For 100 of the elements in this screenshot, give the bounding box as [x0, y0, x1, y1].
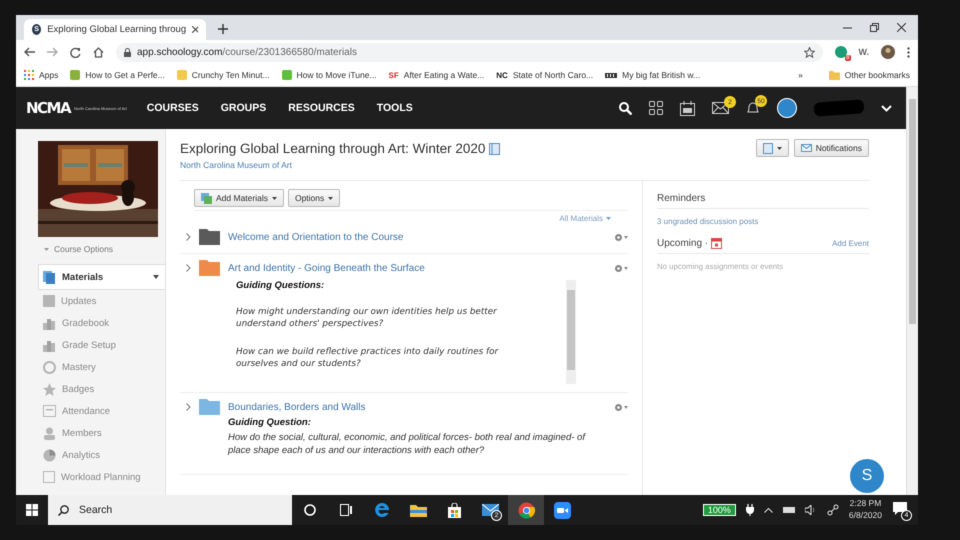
envelope-icon — [800, 144, 812, 152]
mastery-icon — [43, 360, 56, 374]
grid-icon[interactable] — [649, 101, 663, 115]
calendar-icon[interactable] — [680, 100, 695, 116]
sidebar-item[interactable]: Materials — [38, 264, 165, 290]
options-button[interactable]: Options — [288, 189, 340, 207]
folder-link[interactable]: Art and Identity - Going Beneath the Surface — [228, 262, 425, 274]
star-icon[interactable] — [804, 46, 814, 58]
caret-icon — [328, 196, 334, 200]
circle-icon[interactable] — [304, 504, 316, 516]
description-text: How can we build reflective practices into daily routines for ourselves and our students? — [236, 346, 500, 370]
updates-icon — [43, 295, 55, 307]
clock-date[interactable]: 6/8/2020 — [848, 510, 882, 522]
notifications-button[interactable]: Notifications — [794, 139, 869, 157]
description-text: How do the social, cultural, economic, and political forces- both real and imagined- of place shape each of us and our interactions with each other? — [228, 432, 587, 458]
redaction-mark — [814, 99, 864, 117]
caret-icon — [44, 248, 49, 250]
caret-icon[interactable] — [153, 275, 159, 279]
close-icon[interactable] — [192, 26, 198, 33]
search-icon[interactable] — [619, 102, 632, 114]
mail-icon[interactable] — [712, 102, 729, 114]
section-heading: Reminders — [657, 193, 706, 204]
address-field[interactable]: app.schoology.com/course/2301366580/materials — [116, 42, 822, 62]
apps-grid-icon — [24, 70, 34, 80]
chevron-up-icon[interactable] — [764, 508, 773, 512]
plug-icon[interactable] — [746, 504, 754, 516]
workload-icon — [43, 471, 55, 483]
menu-icon[interactable] — [907, 46, 910, 58]
organization-link[interactable]: North Carolina Museum of Art — [180, 160, 500, 170]
home-icon[interactable] — [93, 46, 104, 58]
folder-link[interactable]: Welcome and Orientation to the Course — [228, 232, 404, 242]
scrollbar[interactable] — [566, 280, 576, 384]
folder-icon — [828, 70, 840, 80]
description-text: How might understanding our own identities help us better understand others' perspectives? — [236, 307, 498, 331]
bookmark[interactable]: How to Move iTune... — [282, 70, 377, 80]
view-toggle-button[interactable] — [756, 139, 789, 157]
windows-start-icon[interactable] — [26, 504, 38, 516]
course-options-link[interactable]: Course Options — [54, 244, 114, 254]
gear-icon[interactable] — [614, 264, 628, 272]
extension-icon[interactable]: W. — [858, 47, 869, 57]
course-title: Exploring Global Learning through Art: Winter 2020 — [180, 141, 486, 156]
gear-icon[interactable] — [614, 402, 628, 412]
pie-icon — [43, 448, 56, 462]
profile-avatar[interactable] — [881, 45, 895, 59]
lock-icon — [124, 48, 131, 56]
add-event-link[interactable]: Add Event — [832, 239, 869, 248]
scrollbar[interactable] — [906, 87, 918, 495]
clock-time[interactable]: 2:28 PM — [848, 498, 882, 510]
chevron-down-icon[interactable] — [881, 104, 892, 112]
nav-link[interactable]: COURSES — [146, 102, 199, 114]
video-camera-icon[interactable] — [554, 502, 570, 518]
restore-icon[interactable] — [870, 23, 879, 32]
bookmark[interactable]: My big fat British w... — [605, 70, 700, 80]
notebook-icon — [762, 142, 773, 154]
bookmark-folder[interactable]: Other bookmarks — [828, 70, 910, 80]
new-tab-icon[interactable] — [218, 24, 228, 34]
materials-icon — [201, 192, 212, 204]
chevron-right-icon[interactable] — [186, 403, 191, 411]
caret-icon — [776, 146, 782, 150]
bookmark[interactable]: Apps — [24, 70, 58, 80]
bookmark[interactable]: How to Get a Perfe... — [70, 70, 165, 80]
user-avatar[interactable] — [777, 98, 797, 118]
caret-icon — [272, 196, 277, 200]
add-materials-button[interactable]: Add Materials — [194, 189, 284, 207]
nav-link[interactable]: GROUPS — [220, 102, 266, 114]
chrome-icon[interactable] — [518, 502, 534, 518]
logo[interactable]: NCMA — [26, 99, 70, 117]
battery-indicator[interactable]: 100% — [702, 504, 736, 516]
search-icon — [58, 504, 69, 516]
folder-icon[interactable] — [410, 503, 426, 517]
task-view-icon[interactable] — [340, 504, 352, 516]
back-icon[interactable] — [24, 47, 35, 57]
shopping-bag-icon[interactable] — [446, 502, 462, 518]
description-heading: Guiding Question: — [228, 417, 312, 428]
nav-link[interactable]: TOOLS — [376, 102, 413, 114]
bar-graph-icon — [43, 338, 56, 352]
keyboard-icon[interactable] — [782, 507, 795, 513]
bookmark[interactable]: NC State of North Caro... — [496, 70, 594, 80]
reload-icon[interactable] — [70, 46, 81, 58]
favicon-icon — [605, 72, 618, 78]
mail-icon[interactable] — [482, 504, 498, 516]
notebook-icon[interactable] — [489, 142, 500, 154]
section-heading: Upcoming · — [657, 238, 708, 249]
bar-graph-icon — [43, 316, 56, 330]
search-field[interactable]: Search — [48, 495, 292, 525]
materials-icon — [43, 270, 56, 284]
folder-link[interactable]: Boundaries, Borders and Walls — [228, 402, 366, 412]
chevron-right-icon[interactable] — [186, 233, 191, 241]
bookmark[interactable]: SF After Eating a Wate... — [388, 70, 484, 80]
browser-e-icon[interactable] — [374, 502, 390, 518]
speaker-icon[interactable] — [804, 505, 817, 515]
nav-link[interactable]: RESOURCES — [288, 102, 355, 114]
attendance-icon — [43, 405, 56, 417]
bookmark[interactable]: Crunchy Ten Minut... — [176, 70, 270, 80]
network-icon[interactable] — [826, 504, 839, 516]
gear-icon[interactable] — [614, 232, 628, 242]
close-icon[interactable] — [897, 23, 906, 32]
chevron-right-icon[interactable] — [186, 264, 191, 272]
more-bookmarks-button[interactable]: » — [798, 70, 803, 80]
notifications-icon[interactable] — [892, 501, 908, 517]
